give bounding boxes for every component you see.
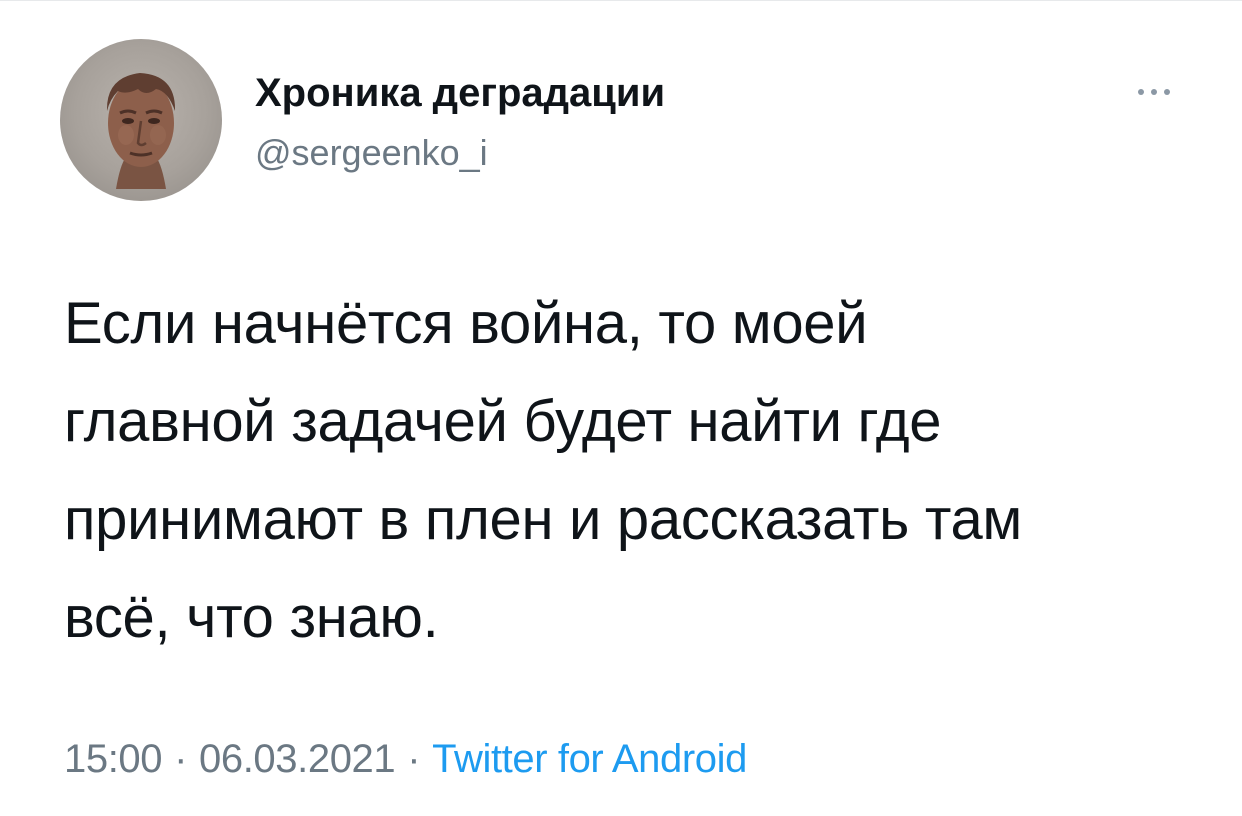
author-handle[interactable]: @sergeenko_i bbox=[255, 131, 488, 175]
more-options-button[interactable] bbox=[1124, 78, 1184, 106]
author-display-name[interactable]: Хроника деградации bbox=[255, 70, 665, 116]
tweet-source-link[interactable]: Twitter for Android bbox=[432, 737, 747, 781]
top-divider bbox=[0, 0, 1242, 1]
more-horizontal-icon-dot bbox=[1164, 89, 1170, 95]
tweet-time[interactable]: 15:00 bbox=[64, 737, 163, 781]
tweet-meta: 15:00 · 06.03.2021 · Twitter for Android bbox=[64, 729, 747, 789]
meta-separator: · bbox=[407, 737, 421, 781]
roman-bust-avatar-icon bbox=[106, 73, 176, 189]
more-horizontal-icon bbox=[1138, 89, 1144, 95]
tweet-date[interactable]: 06.03.2021 bbox=[199, 737, 396, 781]
tweet-text: Если начнётся война, то моей главной зад… bbox=[64, 291, 1023, 650]
more-horizontal-icon-dot bbox=[1151, 89, 1157, 95]
meta-separator: · bbox=[174, 737, 188, 781]
author-avatar[interactable] bbox=[60, 39, 222, 201]
